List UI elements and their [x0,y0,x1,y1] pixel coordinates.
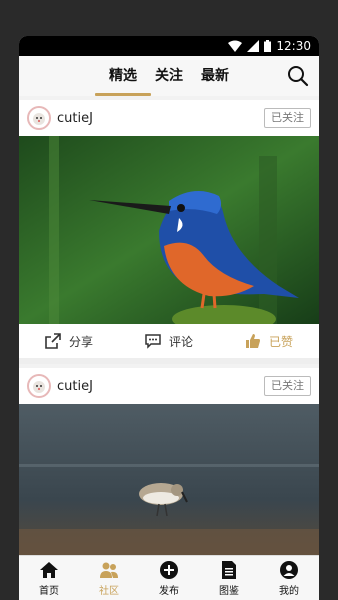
nav-guide-label: 图鉴 [219,585,239,597]
post-actions: 分享 评论 已赞 [19,324,319,364]
follow-button[interactable]: 已关注 [264,108,311,128]
avatar[interactable] [27,106,51,130]
tab-latest[interactable]: 最新 [199,56,231,96]
username[interactable]: cutieJ [57,379,93,394]
nav-publish-label: 发布 [159,585,179,597]
feed: cutieJ 已关注 分享 评论 已赞 cutieJ 已关注 [19,96,319,556]
follow-button[interactable]: 已关注 [264,376,311,396]
nav-guide[interactable]: 图鉴 [204,560,254,597]
post-header: cutieJ 已关注 [19,368,319,404]
search-icon[interactable] [287,65,309,87]
comment-button[interactable]: 评论 [145,333,193,350]
nav-profile-label: 我的 [279,585,299,597]
tab-featured[interactable]: 精选 [95,56,151,96]
comment-icon [145,334,161,349]
nav-profile[interactable]: 我的 [264,560,314,597]
nav-home[interactable]: 首页 [24,560,74,597]
share-icon [45,333,61,349]
post-card: cutieJ 已关注 [19,368,319,556]
wifi-icon [228,40,243,52]
signal-icon [247,40,260,52]
post-card: cutieJ 已关注 [19,100,319,364]
share-button[interactable]: 分享 [45,333,93,350]
tab-following[interactable]: 关注 [153,56,185,96]
battery-icon [264,40,272,52]
guide-icon [222,560,236,579]
bottom-nav: 首页 社区 发布 图鉴 我的 [19,555,319,600]
nav-community-label: 社区 [99,585,119,597]
status-time: 12:30 [276,39,311,53]
avatar[interactable] [27,374,51,398]
comment-label: 评论 [168,334,193,349]
top-tab-bar: 精选 关注 最新 [19,56,319,96]
post-header: cutieJ 已关注 [19,100,319,136]
nav-home-label: 首页 [39,585,59,597]
app-screen: 12:30 精选 关注 最新 cutieJ 已关注 分享 评论 已赞 cutie… [19,36,319,600]
nav-community[interactable]: 社区 [84,560,134,597]
kingfisher-photo[interactable] [19,136,319,324]
thumbs-up-icon [245,334,260,348]
publish-icon [160,560,178,579]
share-label: 分享 [68,334,93,349]
nav-publish[interactable]: 发布 [144,560,194,597]
home-icon [40,561,58,578]
profile-icon [280,560,298,579]
community-icon [100,562,118,578]
like-label: 已赞 [268,334,293,349]
sandpiper-photo[interactable] [19,404,319,556]
like-button[interactable]: 已赞 [245,333,293,350]
username[interactable]: cutieJ [57,111,93,126]
status-bar: 12:30 [19,36,319,56]
